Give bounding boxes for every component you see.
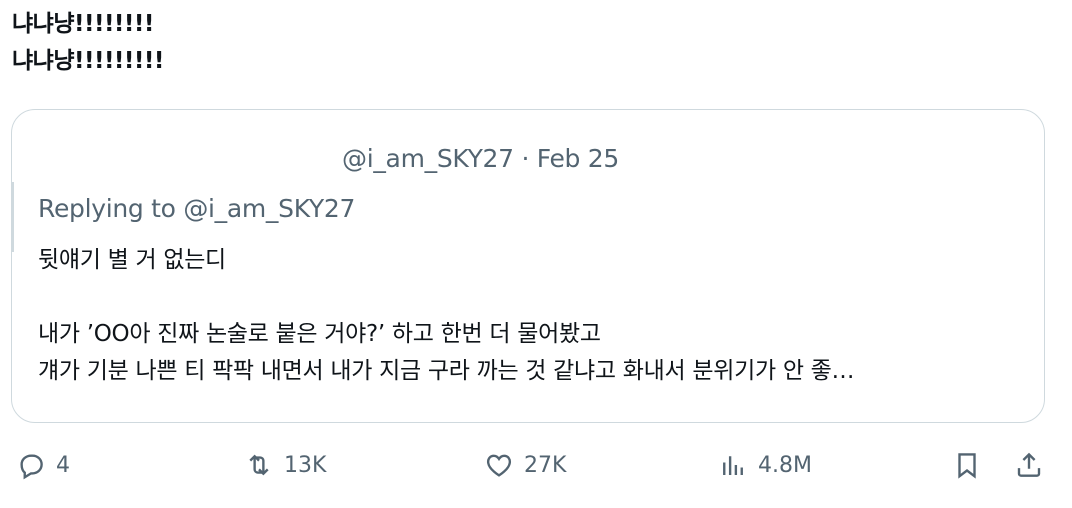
view-count: 4.8M: [758, 452, 812, 478]
share-icon: [1017, 452, 1041, 477]
reply-button[interactable]: 4: [16, 450, 70, 480]
thread-line: [12, 182, 14, 252]
quote-header: @i_am_SKY27 · Feb 25: [342, 144, 619, 173]
bookmark-icon: [958, 453, 976, 479]
retweet-count: 13K: [284, 452, 327, 478]
views-button[interactable]: 4.8M: [718, 450, 812, 480]
like-button[interactable]: 27K: [484, 450, 566, 480]
quote-line: 뒷얘기 별 거 없는디: [38, 247, 226, 273]
views-icon: [723, 456, 743, 475]
bookmark-button[interactable]: [952, 450, 982, 480]
quote-blank-line: [38, 279, 1024, 316]
like-count: 27K: [524, 452, 567, 478]
tweet-line: 냐냐냥!!!!!!!!!: [12, 48, 164, 74]
retweet-button[interactable]: 13K: [244, 450, 326, 480]
retweet-icon: [249, 454, 269, 476]
header-separator: ·: [521, 144, 530, 173]
quote-line: 걔가 기분 나쁜 티 팍팍 내면서 내가 지금 구라 까는 것 같냐고 화내서 …: [38, 358, 855, 384]
like-icon: [486, 454, 512, 477]
quote-author-handle[interactable]: @i_am_SKY27: [342, 144, 514, 173]
reply-icon: [20, 454, 43, 480]
tweet-text: 냐냐냥!!!!!!!! 냐냐냥!!!!!!!!!: [12, 6, 164, 80]
quote-body: 뒷얘기 별 거 없는디 내가 ’OO아 진짜 논술로 붙은 거야?’ 하고 한번…: [38, 242, 1024, 390]
replying-to-label: Replying to: [38, 194, 176, 223]
replying-to-handle[interactable]: @i_am_SKY27: [183, 194, 355, 223]
tweet-line: 냐냐냥!!!!!!!!: [12, 11, 154, 37]
action-bar: 4 13K 27K 4.8M: [0, 444, 1072, 494]
replying-to: Replying to @i_am_SKY27: [38, 194, 355, 223]
quoted-tweet-card[interactable]: @i_am_SKY27 · Feb 25 Replying to @i_am_S…: [11, 109, 1045, 423]
share-button[interactable]: [1014, 450, 1044, 480]
reply-count: 4: [56, 452, 70, 478]
quote-line: 내가 ’OO아 진짜 논술로 붙은 거야?’ 하고 한번 더 물어봤고: [38, 321, 601, 347]
quote-date[interactable]: Feb 25: [537, 144, 620, 173]
